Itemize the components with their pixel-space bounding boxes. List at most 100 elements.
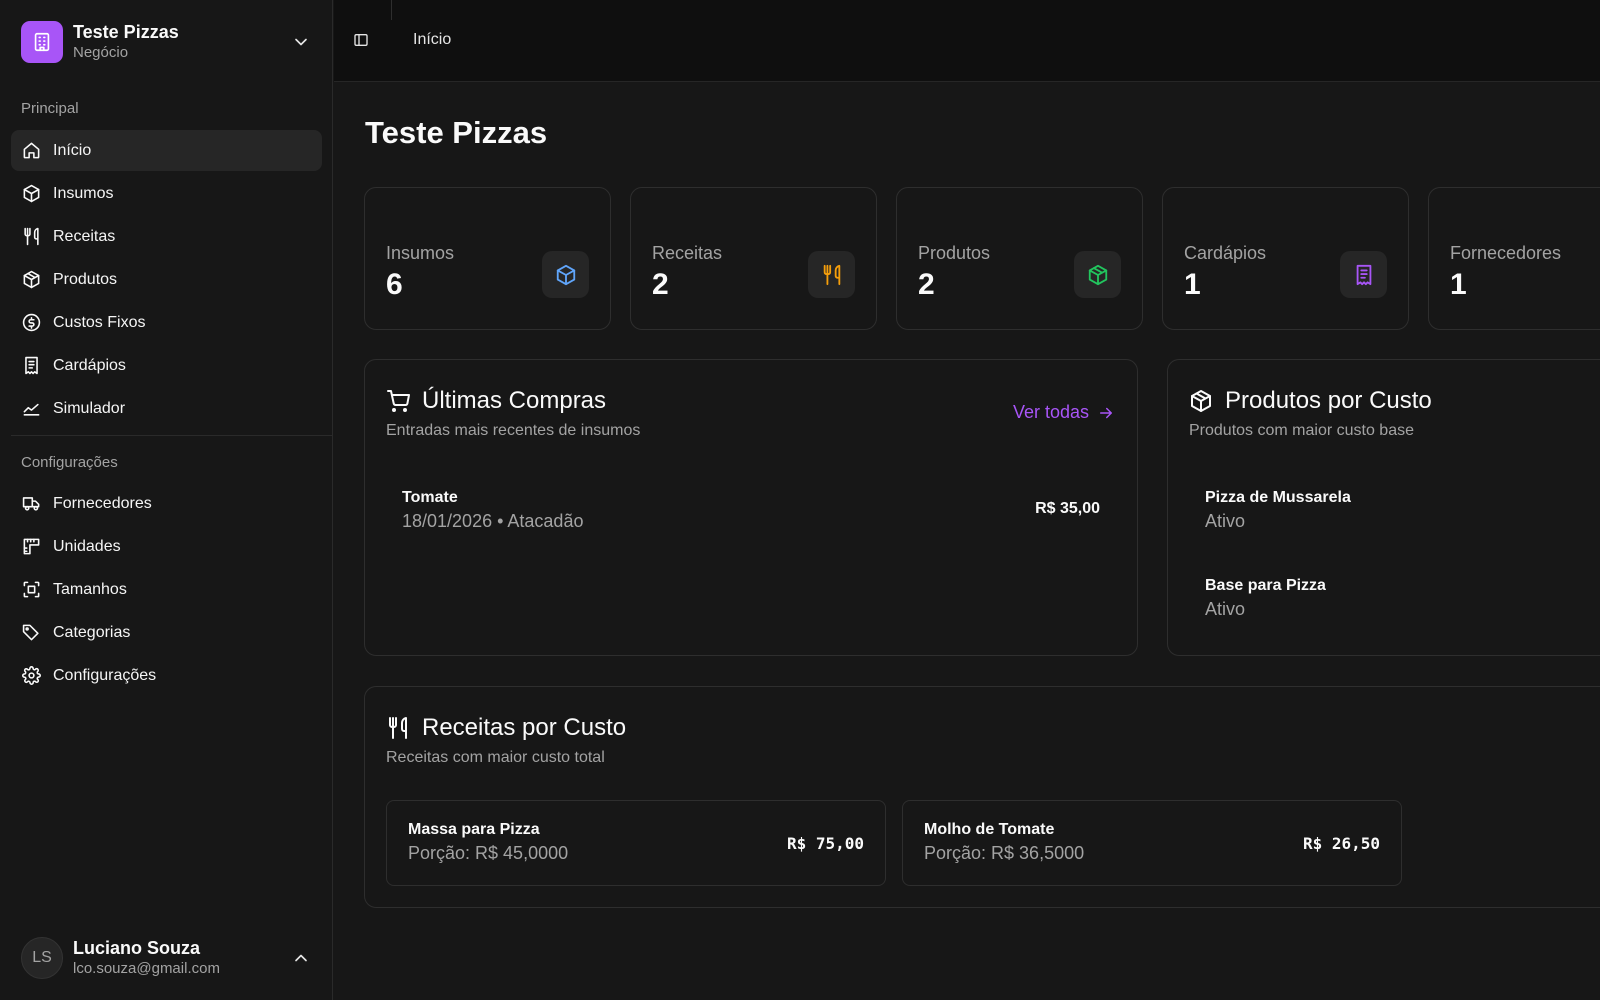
utensils-icon [389, 717, 407, 739]
utensils-icon [24, 227, 39, 246]
sidebar-item-categorias[interactable]: Categorias [11, 612, 322, 653]
panel-title: Receitas por Custo [422, 714, 627, 741]
box-icon [23, 184, 40, 203]
chevron-down-icon [291, 32, 311, 57]
stat-value: 2 [918, 268, 935, 301]
panel-subtitle: Entradas mais recentes de insumos [386, 422, 641, 439]
user-menu[interactable]: LS Luciano Souza lco.souza@gmail.com [21, 937, 321, 979]
box-icon [542, 251, 589, 298]
product-status: Ativo [1205, 511, 1246, 531]
stat-card-receitas[interactable]: Receitas 2 [630, 187, 877, 330]
receipt-icon [25, 356, 38, 375]
sidebar-item-insumos[interactable]: Insumos [11, 173, 322, 214]
product-name: Base para Pizza [1205, 577, 1326, 594]
panel-title: Produtos por Custo [1225, 387, 1432, 414]
arrow-right-icon [1100, 407, 1112, 418]
sidebar-item-inicio[interactable]: Início [11, 130, 322, 171]
ruler-icon [23, 538, 40, 555]
product-row[interactable]: Base para Pizza Ativo [1205, 576, 1563, 622]
sidebar-item-label: Configurações [53, 666, 157, 684]
workspace-switcher[interactable]: Teste Pizzas Negócio [21, 21, 321, 63]
sidebar-item-produtos[interactable]: Produtos [11, 259, 322, 300]
stat-card-insumos[interactable]: Insumos 6 [364, 187, 611, 330]
user-name: Luciano Souza [73, 938, 201, 958]
stat-card-produtos[interactable]: Produtos 2 [896, 187, 1143, 330]
purchase-row[interactable]: Tomate 18/01/2026 • Atacadão R$ 35,00 [402, 488, 1100, 534]
stat-value: 2 [652, 268, 669, 301]
cart-icon [387, 390, 410, 412]
receipt-icon [1340, 251, 1387, 298]
stat-label: Produtos [918, 243, 991, 263]
sidebar-item-label: Produtos [53, 270, 118, 288]
sidebar-item-tamanhos[interactable]: Tamanhos [11, 569, 322, 610]
see-all-link[interactable]: Ver todas [1013, 402, 1115, 423]
home-icon [23, 142, 40, 159]
chevron-up-icon [291, 948, 311, 973]
recipes-by-cost-panel: Receitas por Custo Receitas com maior cu… [364, 686, 1600, 908]
stat-card-fornecedores[interactable]: Fornecedores 1 [1428, 187, 1600, 330]
gear-icon [22, 666, 41, 685]
stat-label: Insumos [386, 243, 455, 263]
scan-icon [23, 581, 40, 598]
panel-title: Últimas Compras [422, 387, 607, 414]
purchase-name: Tomate [402, 489, 458, 506]
breadcrumb[interactable]: Início [413, 31, 451, 49]
sidebar-item-custos-fixos[interactable]: Custos Fixos [11, 302, 322, 343]
package-icon [1191, 390, 1211, 412]
building-icon [21, 21, 63, 63]
truck-icon [22, 497, 40, 511]
avatar: LS [21, 937, 63, 979]
package-icon [23, 270, 40, 289]
dollar-circle-icon [22, 313, 41, 332]
header-divider [391, 0, 392, 20]
products-by-cost-panel: Produtos por Custo Produtos com maior cu… [1167, 359, 1600, 656]
recipe-name: Molho de Tomate [924, 821, 1055, 838]
sidebar-item-label: Fornecedores [53, 494, 152, 512]
recent-purchases-panel: Últimas Compras Entradas mais recentes d… [364, 359, 1138, 656]
product-name: Pizza de Mussarela [1205, 489, 1351, 506]
workspace-name: Teste Pizzas [73, 22, 179, 42]
recipe-card[interactable]: Massa para Pizza Porção: R$ 45,0000 R$ 7… [386, 800, 886, 886]
nav-group-principal: Principal [21, 100, 79, 117]
nav-divider [11, 435, 333, 436]
nav-group-configuracoes: Configurações [21, 454, 118, 471]
recipe-amount: R$ 26,50 [1302, 834, 1380, 853]
sidebar-item-simulador[interactable]: Simulador [11, 388, 322, 429]
sidebar-item-label: Tamanhos [53, 580, 127, 598]
sidebar-item-label: Início [53, 141, 92, 159]
sidebar-item-unidades[interactable]: Unidades [11, 526, 322, 567]
recipe-amount: R$ 75,00 [786, 834, 864, 853]
sidebar-item-cardapios[interactable]: Cardápios [11, 345, 322, 386]
sidebar-item-label: Receitas [53, 227, 116, 245]
see-all-label: Ver todas [1012, 402, 1089, 422]
purchase-amount: R$ 35,00 [1035, 500, 1100, 517]
recipe-card[interactable]: Molho de Tomate Porção: R$ 36,5000 R$ 26… [902, 800, 1402, 886]
panel-subtitle: Receitas com maior custo total [386, 749, 605, 766]
sidebar-item-fornecedores[interactable]: Fornecedores [11, 483, 322, 524]
sidebar-toggle-button[interactable] [351, 30, 371, 50]
sidebar: Teste Pizzas Negócio Principal Início In… [0, 0, 333, 1000]
stat-value: 1 [1450, 268, 1467, 301]
purchase-detail: 18/01/2026 • Atacadão [402, 511, 584, 531]
stat-value: 1 [1184, 268, 1201, 301]
product-status: Ativo [1205, 599, 1246, 619]
workspace-type: Negócio [73, 44, 129, 61]
recipe-name: Massa para Pizza [408, 821, 540, 838]
recipe-portion: Porção: R$ 45,0000 [408, 843, 569, 863]
stat-card-cardapios[interactable]: Cardápios 1 [1162, 187, 1409, 330]
sidebar-item-receitas[interactable]: Receitas [11, 216, 322, 257]
chart-line-icon [23, 403, 40, 416]
stat-label: Fornecedores [1450, 243, 1562, 263]
sidebar-item-label: Categorias [53, 623, 131, 641]
tags-icon [22, 624, 39, 641]
top-bar: Início [334, 0, 1600, 82]
package-icon [1074, 251, 1121, 298]
panel-subtitle: Produtos com maior custo base [1189, 422, 1414, 439]
sidebar-item-label: Insumos [53, 184, 114, 202]
page-title: Teste Pizzas [365, 115, 548, 150]
sidebar-item-configuracoes[interactable]: Configurações [11, 655, 322, 696]
sidebar-item-label: Cardápios [53, 356, 126, 374]
sidebar-item-label: Simulador [53, 399, 126, 417]
user-email: lco.souza@gmail.com [73, 960, 220, 977]
product-row[interactable]: Pizza de Mussarela Ativo [1205, 488, 1563, 534]
